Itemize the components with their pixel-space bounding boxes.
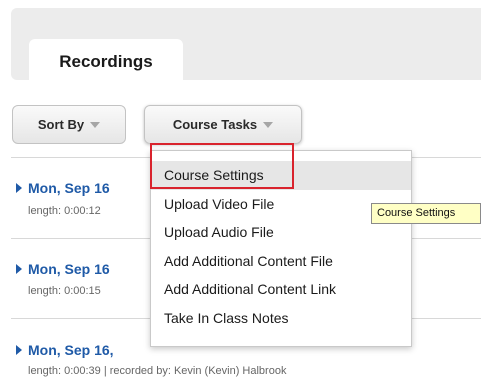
menu-item-course-settings[interactable]: Course Settings <box>151 161 411 190</box>
tab-recordings[interactable]: Recordings <box>29 39 183 81</box>
menu-item-add-content-link[interactable]: Add Additional Content Link <box>151 275 411 304</box>
tooltip: Course Settings <box>371 203 481 224</box>
expand-triangle-icon <box>16 183 22 193</box>
tab-recordings-label: Recordings <box>59 52 153 71</box>
recording-meta: length: 0:00:12 <box>28 205 101 217</box>
recording-title-link[interactable]: Mon, Sep 16, <box>16 342 114 358</box>
recording-title-text: Mon, Sep 16 <box>28 180 110 196</box>
sort-by-label: Sort By <box>37 117 85 132</box>
recording-title-link[interactable]: Mon, Sep 16 <box>16 180 110 196</box>
chevron-down-icon <box>263 121 274 128</box>
course-tasks-button[interactable]: Course Tasks <box>144 105 302 144</box>
recording-title-link[interactable]: Mon, Sep 16 <box>16 261 110 277</box>
recording-meta: length: 0:00:15 <box>28 285 101 297</box>
recording-title-text: Mon, Sep 16 <box>28 261 110 277</box>
expand-triangle-icon <box>16 264 22 274</box>
recording-meta: length: 0:00:39 | recorded by: Kevin (Ke… <box>28 365 287 377</box>
recording-title-text: Mon, Sep 16, <box>28 342 114 358</box>
chevron-down-icon <box>90 121 101 128</box>
sort-by-button[interactable]: Sort By <box>12 105 126 144</box>
menu-item-take-notes[interactable]: Take In Class Notes <box>151 304 411 333</box>
menu-item-add-content-file[interactable]: Add Additional Content File <box>151 247 411 276</box>
course-tasks-menu: Course Settings Upload Video File Upload… <box>150 150 412 347</box>
course-tasks-label: Course Tasks <box>172 117 258 132</box>
expand-triangle-icon <box>16 345 22 355</box>
